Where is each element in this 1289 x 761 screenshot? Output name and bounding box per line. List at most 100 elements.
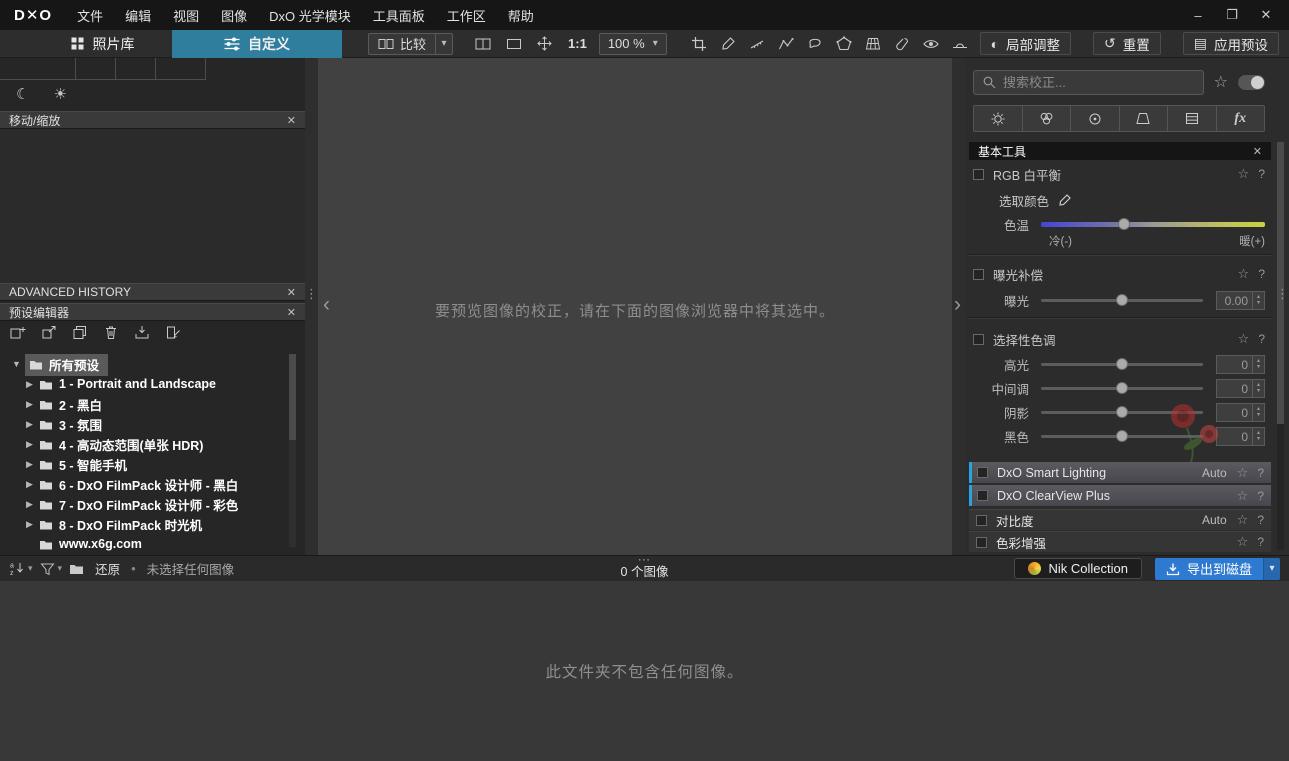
expand-arrow-icon[interactable]: ▶ — [26, 479, 39, 490]
value-stepper[interactable]: ▴ ▾ — [1252, 355, 1264, 373]
export-dropdown[interactable]: ▾ — [1263, 557, 1280, 580]
white-balance-checkbox[interactable] — [973, 168, 984, 180]
expand-arrow-icon[interactable]: ▶ — [26, 419, 39, 430]
export-to-disk-button[interactable]: 导出到磁盘 — [1154, 557, 1263, 580]
night-mode-icon[interactable]: ☾ — [16, 85, 29, 103]
value-stepper[interactable]: ▴ ▾ — [1252, 291, 1264, 309]
tab-photo-library[interactable]: 照片库 — [32, 30, 172, 58]
collapse-right-panel-icon[interactable]: › — [954, 294, 961, 315]
left-splitter[interactable]: ⋮ — [305, 58, 318, 555]
pick-color-row[interactable]: 选取颜色 — [999, 191, 1072, 209]
help-icon[interactable]: ? — [1257, 513, 1264, 527]
highlights-slider[interactable] — [1041, 356, 1203, 372]
help-icon[interactable]: ? — [1257, 466, 1264, 480]
filter-tab-color[interactable] — [1022, 105, 1071, 132]
close-icon[interactable]: ✕ — [287, 114, 296, 127]
horizon-tool-button[interactable] — [952, 36, 968, 52]
favorite-icon[interactable]: ☆ — [1238, 331, 1250, 347]
filter-control[interactable]: ▾ — [39, 562, 62, 576]
filter-tab-geometry[interactable] — [1119, 105, 1168, 132]
crop-tool-button[interactable] — [691, 36, 707, 52]
delete-preset-button[interactable] — [103, 325, 119, 340]
tree-item[interactable]: ▶ 1 - Portrait and Landscape — [0, 374, 289, 394]
scrollbar-thumb[interactable] — [1277, 142, 1284, 424]
menu-edit[interactable]: 编辑 — [114, 1, 162, 30]
menu-help[interactable]: 帮助 — [497, 1, 545, 30]
exposure-value[interactable]: 0.00 ▴ ▾ — [1216, 290, 1265, 310]
slider-thumb[interactable] — [1116, 294, 1128, 306]
apply-preset-button[interactable]: ▤ 应用预设 — [1182, 32, 1279, 55]
tree-item[interactable]: ▶ 4 - 高动态范围(单张 HDR) — [0, 434, 289, 454]
tab-customize[interactable]: 自定义 — [172, 29, 342, 58]
smart-lighting-row[interactable]: DxO Smart Lighting Auto ☆? — [969, 462, 1271, 483]
compare-button[interactable]: 比较 — [368, 32, 437, 55]
rename-preset-button[interactable] — [165, 325, 181, 340]
menu-optical-modules[interactable]: DxO 光学模块 — [258, 1, 362, 30]
menu-view[interactable]: 视图 — [162, 1, 210, 30]
midtones-value[interactable]: 0 ▴ ▾ — [1216, 378, 1265, 398]
tree-item[interactable]: ▶ 2 - 黑白 — [0, 394, 289, 414]
day-mode-icon[interactable]: ☀ — [53, 85, 66, 103]
local-adjustments-button[interactable]: ◐ 局部调整 — [979, 32, 1072, 55]
expand-arrow-icon[interactable]: ▶ — [26, 459, 39, 470]
lasso-tool-button[interactable] — [807, 36, 823, 52]
panel-edge-handle-icon[interactable]: ⋮ — [1276, 286, 1289, 302]
clearview-row[interactable]: DxO ClearView Plus ☆? — [969, 485, 1271, 506]
attach-tool-button[interactable] — [894, 36, 910, 52]
active-corrections-toggle[interactable] — [1238, 74, 1265, 90]
control-points-tool-button[interactable] — [778, 36, 794, 52]
tree-item[interactable]: ▶ 8 - DxO FilmPack 时光机 — [0, 514, 289, 534]
value-stepper[interactable]: ▴ ▾ — [1252, 427, 1264, 445]
expand-arrow-icon[interactable]: ▶ — [26, 519, 39, 530]
help-icon[interactable]: ? — [1258, 167, 1265, 181]
tree-item[interactable]: ▶ 7 - DxO FilmPack 设计师 - 彩色 — [0, 494, 289, 514]
step-down-icon[interactable]: ▾ — [1257, 300, 1260, 306]
reset-button[interactable]: ↺ 重置 — [1093, 32, 1161, 55]
tree-item[interactable]: ▶ 5 - 智能手机 — [0, 454, 289, 474]
midtones-slider[interactable] — [1041, 380, 1203, 396]
expand-arrow-icon[interactable]: ▶ — [26, 439, 39, 450]
sort-control[interactable]: az ▾ — [9, 561, 33, 577]
zoom-1to1-button[interactable]: 1:1 — [568, 36, 587, 51]
slider-thumb[interactable] — [1116, 430, 1128, 442]
favorites-filter-icon[interactable]: ☆ — [1214, 72, 1228, 92]
close-button[interactable]: ✕ — [1249, 2, 1283, 28]
duplicate-preset-button[interactable] — [72, 325, 88, 340]
favorite-icon[interactable]: ☆ — [1238, 166, 1250, 182]
favorite-icon[interactable]: ☆ — [1237, 488, 1249, 504]
polygon-tool-button[interactable] — [836, 35, 852, 52]
favorite-icon[interactable]: ☆ — [1237, 534, 1249, 550]
split-view-button[interactable] — [475, 38, 491, 50]
show-corrections-eye-button[interactable] — [923, 36, 939, 52]
fit-view-button[interactable] — [506, 38, 522, 50]
maximize-button[interactable]: ❐ — [1215, 2, 1249, 28]
contrast-row[interactable]: 对比度 Auto ☆? — [969, 509, 1271, 530]
help-icon[interactable]: ? — [1258, 332, 1265, 346]
favorite-icon[interactable]: ☆ — [1238, 266, 1250, 282]
highlights-value[interactable]: 0 ▴ ▾ — [1216, 354, 1265, 374]
step-down-icon[interactable]: ▾ — [1257, 412, 1260, 418]
close-icon[interactable]: ✕ — [1253, 145, 1262, 158]
value-stepper[interactable]: ▴ ▾ — [1252, 403, 1264, 421]
tree-item[interactable]: ▶ 3 - 氛围 — [0, 414, 289, 434]
close-icon[interactable]: ✕ — [287, 306, 296, 319]
minimize-button[interactable]: – — [1181, 2, 1215, 28]
slider-thumb[interactable] — [1116, 406, 1128, 418]
eyedropper-tool-button[interactable] — [720, 36, 736, 52]
panel-scrollbar[interactable] — [1277, 142, 1284, 550]
straighten-tool-button[interactable] — [749, 36, 765, 52]
filter-tab-detail[interactable] — [1071, 105, 1120, 132]
step-down-icon[interactable]: ▾ — [1257, 436, 1260, 442]
menu-image[interactable]: 图像 — [210, 1, 258, 30]
contrast-checkbox[interactable] — [976, 514, 987, 526]
new-preset-button[interactable] — [10, 325, 26, 340]
restore-button[interactable]: 还原 — [95, 559, 120, 578]
close-icon[interactable]: ✕ — [287, 286, 296, 299]
menu-file[interactable]: 文件 — [66, 1, 114, 30]
step-down-icon[interactable]: ▾ — [1257, 388, 1260, 394]
color-enhance-checkbox[interactable] — [976, 536, 987, 548]
expand-arrow-icon[interactable]: ▶ — [26, 399, 39, 410]
slider-thumb[interactable] — [1117, 218, 1130, 230]
value-stepper[interactable]: ▴ ▾ — [1252, 379, 1264, 397]
temperature-slider[interactable] — [1041, 216, 1265, 232]
